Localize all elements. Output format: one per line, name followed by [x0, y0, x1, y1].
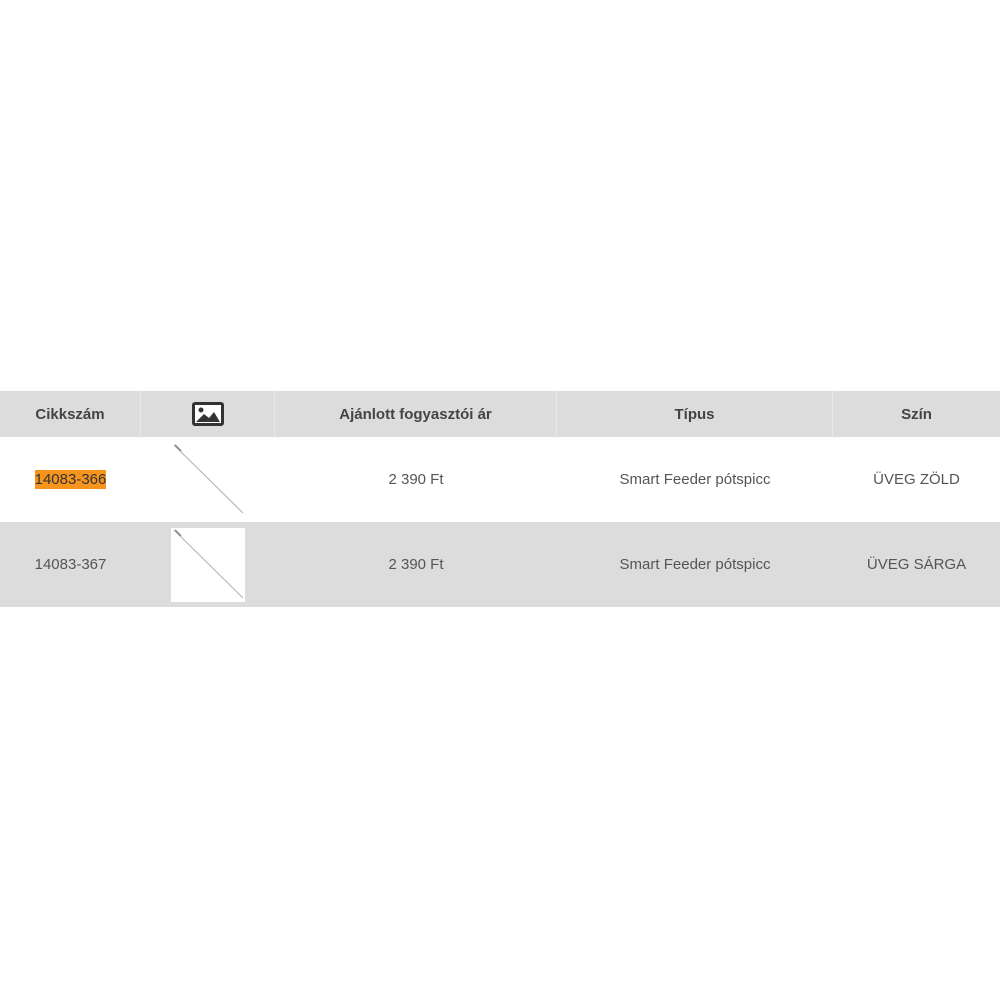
type-cell: Smart Feeder pótspicc — [619, 471, 771, 488]
color-cell: ÜVEG ZÖLD — [873, 471, 960, 488]
header-price[interactable]: Ajánlott fogyasztói ár — [275, 391, 557, 437]
product-thumbnail-cell — [141, 522, 275, 607]
price-cell: 2 390 Ft — [388, 471, 444, 488]
product-thumbnail[interactable] — [171, 443, 245, 517]
color-cell: ÜVEG SÁRGA — [866, 556, 967, 573]
table-row[interactable]: 14083-367 2 390 Ft Smart Feeder pótspicc… — [0, 522, 1000, 607]
sku-cell: 14083-366 — [0, 437, 141, 522]
type-cell: Smart Feeder pótspicc — [619, 556, 771, 573]
header-color[interactable]: Szín — [833, 391, 1000, 437]
header-sku[interactable]: Cikkszám — [0, 391, 141, 437]
table-header-row: Cikkszám Ajánlott fogyasztói ár Típus Sz… — [0, 391, 1000, 437]
image-icon — [191, 402, 224, 426]
table-row[interactable]: 14083-366 2 390 Ft Smart Feeder pótspicc… — [0, 437, 1000, 522]
product-thumbnail[interactable] — [171, 527, 245, 602]
price-cell: 2 390 Ft — [388, 556, 444, 573]
sku-value[interactable]: 14083-366 — [34, 470, 107, 489]
rod-tip-image — [173, 528, 244, 598]
product-table: Cikkszám Ajánlott fogyasztói ár Típus Sz… — [0, 391, 1000, 607]
header-image — [141, 391, 275, 437]
header-type[interactable]: Típus — [557, 391, 833, 437]
sku-cell: 14083-367 — [0, 522, 141, 607]
rod-tip-image — [173, 443, 244, 513]
product-thumbnail-cell — [141, 437, 275, 522]
sku-value[interactable]: 14083-367 — [35, 555, 107, 574]
